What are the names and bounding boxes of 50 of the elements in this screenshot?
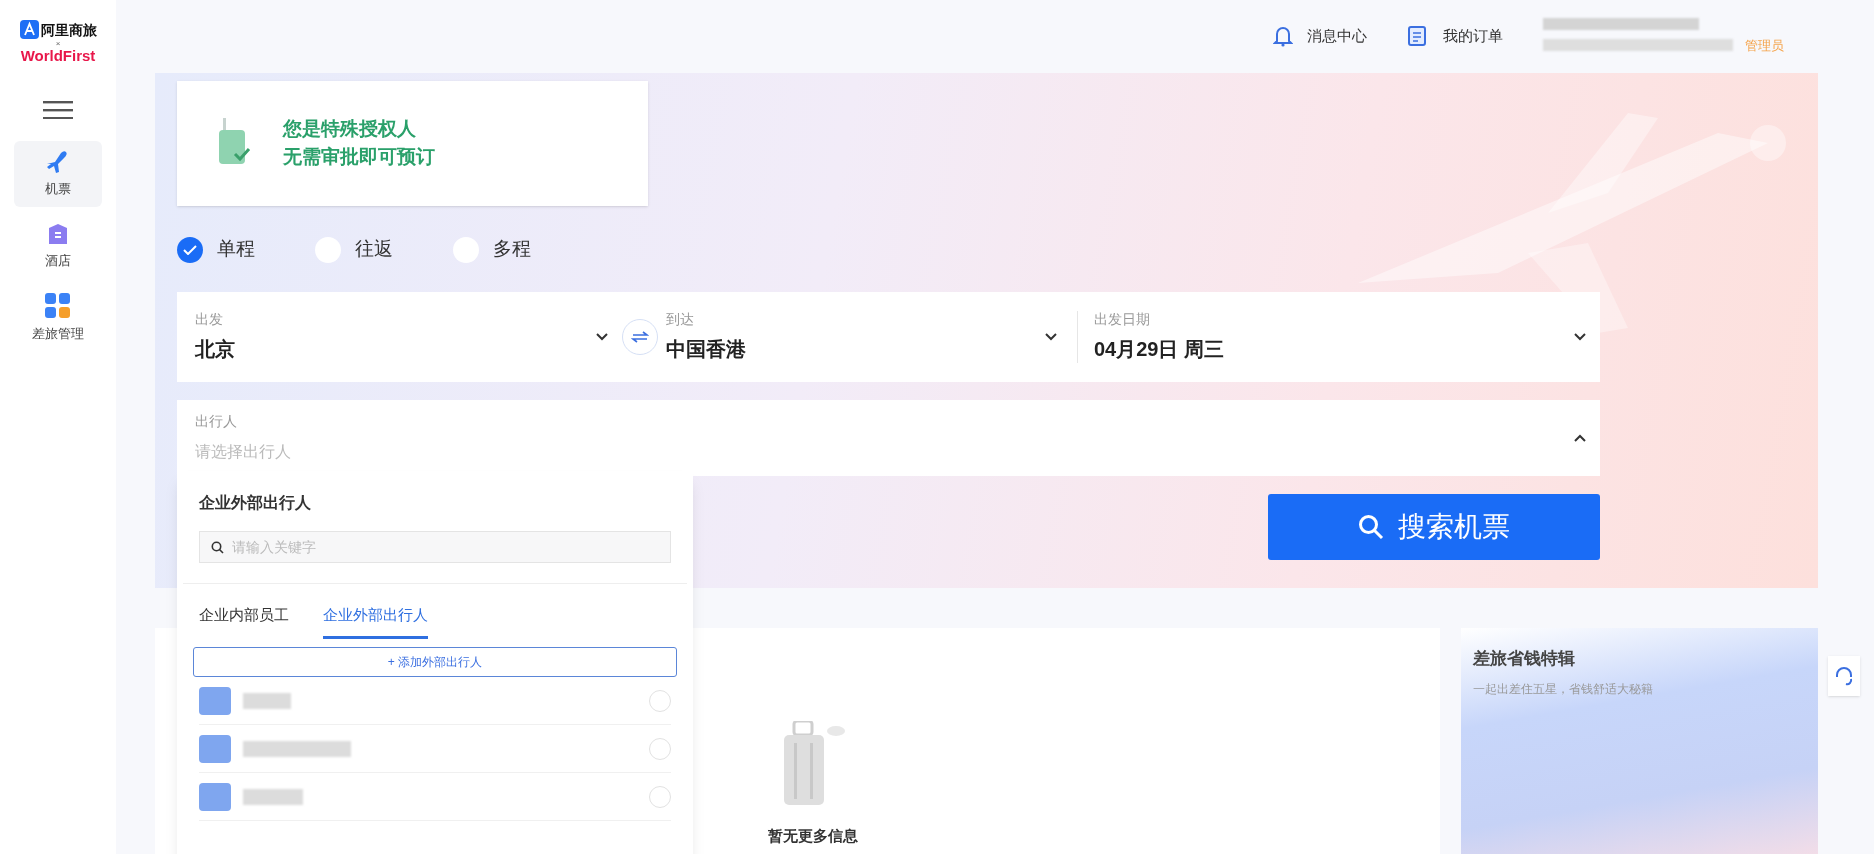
header-link[interactable]: 消息中心 [1273, 25, 1367, 48]
header-link[interactable]: 我的订单 [1407, 25, 1503, 48]
menu-icon[interactable] [43, 101, 73, 119]
traveler-input[interactable]: 请选择出行人 [195, 440, 395, 465]
support-button[interactable] [1828, 656, 1860, 696]
logo-icon [19, 20, 39, 39]
arrival-field[interactable]: 到达 中国香港 [666, 291, 1077, 382]
logo-separator: × [55, 40, 61, 48]
avatar [199, 734, 231, 763]
date-field[interactable]: 出发日期 04月29日 周三 [1078, 291, 1600, 382]
keyword-search-field[interactable]: 请输入关键字 [199, 530, 671, 563]
promo-card[interactable]: 差旅省钱特辑 一起出差住五星，省钱舒适大秘籍 [1461, 628, 1818, 854]
trip-type-radio[interactable]: 多程 [453, 235, 531, 264]
bell-icon [1273, 25, 1293, 48]
swap-button[interactable] [622, 318, 658, 355]
promo-title: 差旅省钱特辑 [1473, 648, 1576, 671]
check-icon [183, 244, 197, 255]
traveler-panel: 出行人 请选择出行人 [177, 399, 1600, 476]
role-label: 管理员 [1745, 36, 1784, 55]
building-icon [46, 221, 70, 246]
add-traveler-button[interactable]: + 添加外部出行人 [193, 647, 677, 678]
search-icon [211, 540, 224, 554]
departure-field[interactable]: 出发 北京 [177, 291, 614, 382]
apps-icon [45, 292, 71, 319]
notice-text: 您是特殊授权人 无需审批即可预订 [283, 117, 435, 170]
select-radio[interactable] [649, 689, 671, 712]
trip-type-radio[interactable]: 往返 [315, 235, 393, 264]
search-icon [1358, 513, 1384, 540]
traveler-tab[interactable]: 企业外部出行人 [323, 603, 428, 640]
select-radio[interactable] [649, 737, 671, 760]
chevron-down-icon[interactable] [1574, 332, 1586, 341]
avatar [199, 782, 231, 811]
traveler-tab[interactable]: 企业内部员工 [199, 603, 289, 640]
chevron-up-icon[interactable] [1574, 433, 1586, 442]
select-radio[interactable] [649, 785, 671, 808]
popup-title: 企业外部出行人 [199, 492, 312, 513]
promo-subtitle: 一起出差住五星，省钱舒适大秘籍 [1473, 680, 1654, 698]
avatar [199, 686, 231, 715]
brand-name: 阿里商旅 [40, 22, 97, 37]
document-icon [1407, 25, 1429, 48]
trip-type-radio[interactable]: 单程 [177, 235, 255, 264]
swap-icon [631, 330, 649, 343]
search-button[interactable]: 搜索机票 [1268, 493, 1600, 560]
redacted-name [243, 788, 303, 805]
sidebar-item[interactable]: 机票 [14, 141, 102, 207]
partner-name: WorldFirst [20, 48, 96, 63]
chevron-down-icon[interactable] [1045, 332, 1057, 341]
chevron-down-icon[interactable] [596, 332, 608, 341]
redacted-name [243, 692, 291, 709]
empty-state-text: 暂无更多信息 [767, 826, 858, 847]
